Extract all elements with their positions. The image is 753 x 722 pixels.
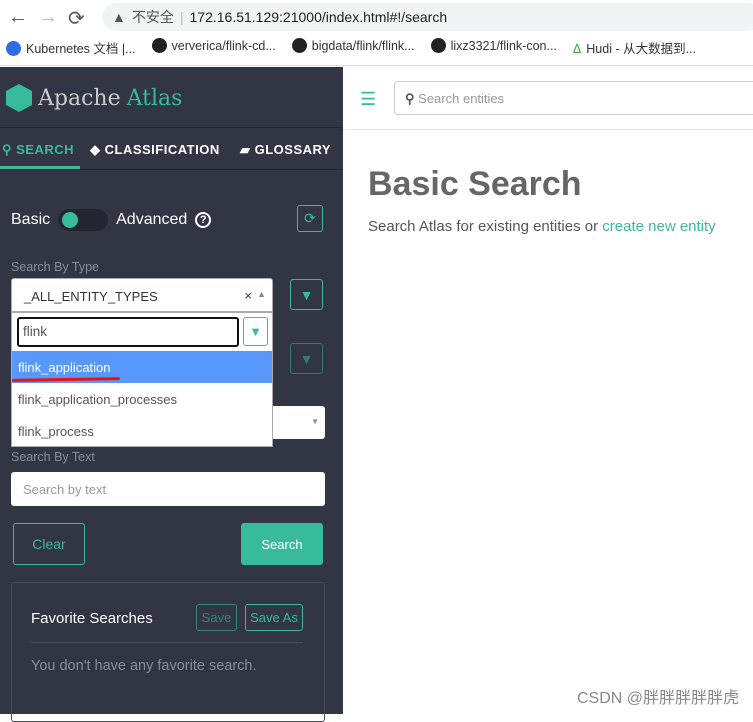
- tab-glossary[interactable]: ▰ GLOSSARY: [232, 128, 331, 169]
- mode-switch[interactable]: [58, 209, 109, 231]
- basic-label: Basic: [11, 211, 51, 228]
- refresh-button[interactable]: ⟳: [297, 205, 323, 232]
- sidebar: Apache Atlas ⚲ SEARCH ◆ CLASSIFICATION ▰ …: [0, 67, 343, 722]
- search-mode-toggle: Basic Advanced ?: [11, 209, 212, 231]
- save-as-button[interactable]: Save As: [245, 604, 303, 631]
- caret-up-icon: ▲: [257, 289, 266, 299]
- filter-icon: ▼: [299, 350, 314, 367]
- logo[interactable]: Apache Atlas: [6, 84, 182, 112]
- search-icon: ⚲: [405, 91, 415, 106]
- tab-classification[interactable]: ◆ CLASSIFICATION: [80, 128, 232, 169]
- page-title: Basic Search: [368, 165, 582, 203]
- search-by-type-label: Search By Type: [11, 260, 100, 274]
- search-text-input[interactable]: Search by text: [11, 472, 325, 506]
- url-text: 172.16.51.129:21000/index.html#!/search: [189, 9, 448, 25]
- warning-icon: ▲: [112, 9, 126, 25]
- atlas-logo-icon: [6, 84, 32, 112]
- forward-button[interactable]: →: [38, 6, 58, 29]
- create-entity-link[interactable]: create new entity: [602, 218, 715, 235]
- clear-icon[interactable]: ×: [244, 288, 252, 303]
- empty-message: You don't have any favorite search.: [31, 658, 257, 674]
- bookmark[interactable]: ververica/flink-cd...: [151, 38, 276, 57]
- type-filter-input[interactable]: flink: [17, 317, 239, 347]
- help-icon[interactable]: ?: [195, 212, 212, 228]
- classification-filter-button[interactable]: ▼: [290, 343, 323, 374]
- browser-chrome: ← → ⟳ ▲ 不安全 | 172.16.51.129:21000/index.…: [0, 0, 753, 66]
- watermark: CSDN @胖胖胖胖胖虎: [576, 690, 739, 707]
- reload-button[interactable]: ⟳: [68, 6, 85, 31]
- hudi-icon: Δ: [572, 42, 582, 56]
- favorite-searches-panel: Favorite Searches Save Save As You don't…: [11, 582, 325, 722]
- type-filter-button[interactable]: ▼: [290, 279, 323, 310]
- search-by-text-label: Search By Text: [11, 450, 95, 464]
- back-button[interactable]: ←: [8, 6, 28, 29]
- main-content: ☰ ⚲ Search entities Basic Search Search …: [343, 67, 753, 714]
- folder-open-icon: ▰: [240, 142, 251, 157]
- classification-select[interactable]: [270, 406, 325, 439]
- kubernetes-icon: [6, 41, 21, 56]
- bookmark[interactable]: Δ Hudi - 从大数据到...: [573, 38, 696, 57]
- address-bar[interactable]: ▲ 不安全 | 172.16.51.129:21000/index.html#!…: [102, 3, 753, 31]
- divider: [343, 129, 753, 130]
- page-subtitle: Search Atlas for existing entities or cr…: [368, 218, 716, 235]
- clear-button[interactable]: Clear: [13, 523, 85, 565]
- search-button[interactable]: Search: [241, 523, 323, 565]
- tag-icon: ◆: [90, 142, 101, 157]
- tab-search[interactable]: ⚲ SEARCH: [0, 128, 80, 169]
- bookmarks-bar: Kubernetes 文档 |... ververica/flink-cd...…: [6, 38, 696, 57]
- bookmark[interactable]: lixz3321/flink-con...: [430, 38, 557, 57]
- global-search-input[interactable]: ⚲ Search entities: [394, 81, 753, 115]
- dropdown-option[interactable]: flink_application_processes: [12, 383, 272, 415]
- save-button[interactable]: Save: [196, 604, 237, 631]
- dropdown-option[interactable]: flink_process: [12, 415, 272, 447]
- bookmark[interactable]: Kubernetes 文档 |...: [6, 38, 136, 57]
- filter-icon: ▼: [299, 286, 314, 303]
- divider: [31, 642, 303, 643]
- type-select[interactable]: _ALL_ENTITY_TYPES × ▲: [11, 278, 273, 312]
- sidebar-tabs: ⚲ SEARCH ◆ CLASSIFICATION ▰ GLOSSARY: [0, 127, 343, 170]
- menu-icon[interactable]: ☰: [360, 89, 376, 110]
- bookmark[interactable]: bigdata/flink/flink...: [291, 38, 415, 57]
- refresh-icon: ⟳: [304, 210, 316, 226]
- dropdown-filter-button[interactable]: ▼: [243, 317, 268, 346]
- security-label: 不安全: [131, 9, 174, 25]
- github-icon: [291, 38, 307, 53]
- github-icon: [430, 38, 446, 53]
- github-icon: [151, 38, 167, 53]
- filter-icon: ▼: [249, 324, 262, 339]
- divider: |: [179, 9, 184, 25]
- favorite-title: Favorite Searches: [31, 610, 153, 627]
- advanced-label: Advanced: [116, 211, 188, 228]
